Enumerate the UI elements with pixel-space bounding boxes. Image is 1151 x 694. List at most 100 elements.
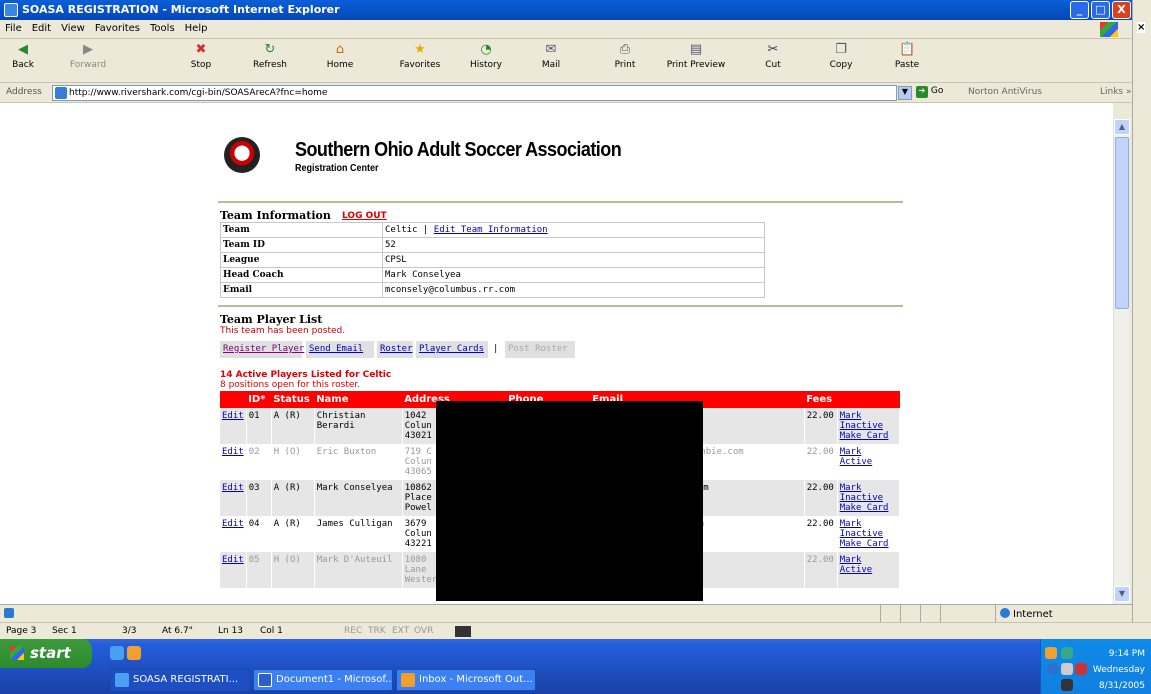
scroll-up-icon[interactable]: ▲ [1114, 119, 1130, 135]
cut-button[interactable]: ✂ Cut [760, 42, 786, 70]
ie-icon[interactable] [110, 646, 124, 660]
team-label: Team [220, 222, 383, 238]
player-fees: 22.00 [804, 444, 838, 480]
forward-button[interactable]: ▶ Forward [66, 42, 110, 70]
links-button[interactable]: Links » [1100, 87, 1132, 97]
make-card-link[interactable]: Make Card [840, 539, 897, 549]
player-id: 05 [246, 552, 272, 588]
network-icon[interactable] [1061, 647, 1073, 659]
player-name: Eric Buxton [314, 444, 403, 480]
active-link[interactable]: Active [840, 565, 897, 575]
league-label: League [220, 252, 383, 268]
roster-button[interactable]: Roster [377, 341, 413, 358]
norton-antivirus-button[interactable]: Norton AntiVirus [968, 87, 1042, 97]
paste-button[interactable]: 📋 Paste [892, 42, 922, 70]
mark-link[interactable]: Mark [840, 555, 897, 565]
copy-icon: ❐ [835, 42, 847, 57]
maximize-button[interactable]: □ [1091, 1, 1110, 19]
task-soasa[interactable]: SOASA REGISTRATI... [110, 669, 250, 691]
inactive-link[interactable]: Inactive [840, 493, 897, 503]
player-status: A (R) [271, 408, 315, 444]
menu-file[interactable]: File [0, 20, 27, 37]
start-button[interactable]: start [0, 639, 92, 668]
edit-link[interactable]: Edit [222, 519, 244, 529]
mark-link[interactable]: Mark [840, 447, 897, 457]
col-name: Name [314, 391, 403, 408]
inactive-link[interactable]: Inactive [840, 421, 897, 431]
ie-app-icon [4, 3, 18, 17]
edit-link[interactable]: Edit [222, 483, 244, 493]
edit-link[interactable]: Edit [222, 411, 244, 421]
player-status: A (R) [271, 480, 315, 516]
address-input[interactable]: http://www.rivershark.com/cgi-bin/SOASAr… [52, 85, 897, 101]
scroll-down-icon[interactable]: ▼ [1114, 586, 1130, 602]
print-button[interactable]: ⎙ Print [610, 42, 640, 70]
word-at: At 6.7" [162, 626, 193, 636]
task-document1[interactable]: Document1 - Microsof... [253, 669, 393, 691]
edit-link[interactable]: Edit [222, 447, 244, 457]
make-card-link[interactable]: Make Card [840, 503, 897, 513]
player-fees: 22.00 [804, 408, 838, 444]
mark-link[interactable]: Mark [840, 519, 897, 529]
mail-button[interactable]: ✉ Mail [536, 42, 566, 70]
forward-arrow-icon: ▶ [83, 42, 93, 57]
player-status: A (R) [271, 516, 315, 552]
inactive-link[interactable]: Inactive [840, 529, 897, 539]
word-line: Ln 13 [218, 626, 244, 636]
edit-team-info-link[interactable]: Edit Team Information [434, 225, 548, 235]
globe-icon [1000, 608, 1010, 618]
chevron-down-icon[interactable]: ▼ [898, 86, 912, 100]
active-count: 14 Active Players Listed for Celtic [220, 370, 392, 380]
logout-link[interactable]: LOG OUT [342, 211, 387, 221]
register-player-button[interactable]: Register Player [220, 341, 304, 358]
security-icon[interactable] [1075, 663, 1087, 675]
mark-link[interactable]: Mark [840, 483, 897, 493]
player-name: Christian Berardi [314, 408, 403, 444]
back-nav-icon[interactable] [1047, 663, 1059, 675]
team-id-label: Team ID [220, 237, 383, 253]
history-button[interactable]: ◔ History [466, 42, 506, 70]
menu-tools[interactable]: Tools [145, 20, 180, 37]
outlook-tray-icon[interactable] [1045, 647, 1057, 659]
outlook-icon[interactable] [127, 646, 141, 660]
copy-button[interactable]: ❐ Copy [826, 42, 856, 70]
refresh-button[interactable]: ↻ Refresh [250, 42, 290, 70]
task-inbox[interactable]: Inbox - Microsoft Out... [396, 669, 536, 691]
mark-link[interactable]: Mark [840, 411, 897, 421]
clock-date: 8/31/2005 [1098, 681, 1145, 691]
mail-icon: ✉ [545, 42, 557, 57]
back-button[interactable]: ◀ Back [6, 42, 40, 70]
word-rec[interactable]: REC [344, 626, 362, 636]
home-button[interactable]: ⌂ Home [322, 42, 358, 70]
word-ovr[interactable]: OVR [414, 626, 433, 636]
word-trk[interactable]: TRK [368, 626, 386, 636]
stop-icon: ✖ [195, 42, 207, 57]
menu-edit[interactable]: Edit [27, 20, 56, 37]
player-cards-button[interactable]: Player Cards [416, 341, 488, 358]
active-link[interactable]: Active [840, 457, 897, 467]
go-button[interactable]: ➔ Go [916, 86, 943, 98]
vertical-scrollbar[interactable]: ▲ ▼ [1113, 119, 1130, 604]
close-button[interactable]: X [1112, 1, 1131, 19]
menu-favorites[interactable]: Favorites [90, 20, 145, 37]
stop-button[interactable]: ✖ Stop [186, 42, 216, 70]
menu-help[interactable]: Help [180, 20, 213, 37]
league-value: CPSL [382, 252, 765, 268]
send-email-button[interactable]: Send Email [306, 341, 374, 358]
edit-link[interactable]: Edit [222, 555, 244, 565]
word-ext[interactable]: EXT [392, 626, 409, 636]
device-icon[interactable] [1061, 679, 1073, 691]
post-roster-button[interactable]: Post Roster [505, 341, 575, 358]
divider [218, 305, 903, 307]
scrollbar-thumb[interactable] [1115, 137, 1129, 309]
menu-view[interactable]: View [56, 20, 90, 37]
print-preview-button[interactable]: ▤ Print Preview [666, 42, 726, 70]
print-preview-icon: ▤ [689, 42, 703, 57]
close-icon[interactable]: × [1137, 22, 1146, 33]
taskbar: start SOASA REGISTRATI... Document1 - Mi… [0, 639, 1151, 694]
favorites-button[interactable]: ★ Favorites [396, 42, 444, 70]
make-card-link[interactable]: Make Card [840, 431, 897, 441]
minimize-button[interactable]: _ [1070, 1, 1089, 19]
menu-bar: File Edit View Favorites Tools Help [0, 20, 1132, 39]
speaker-icon[interactable] [1061, 663, 1073, 675]
